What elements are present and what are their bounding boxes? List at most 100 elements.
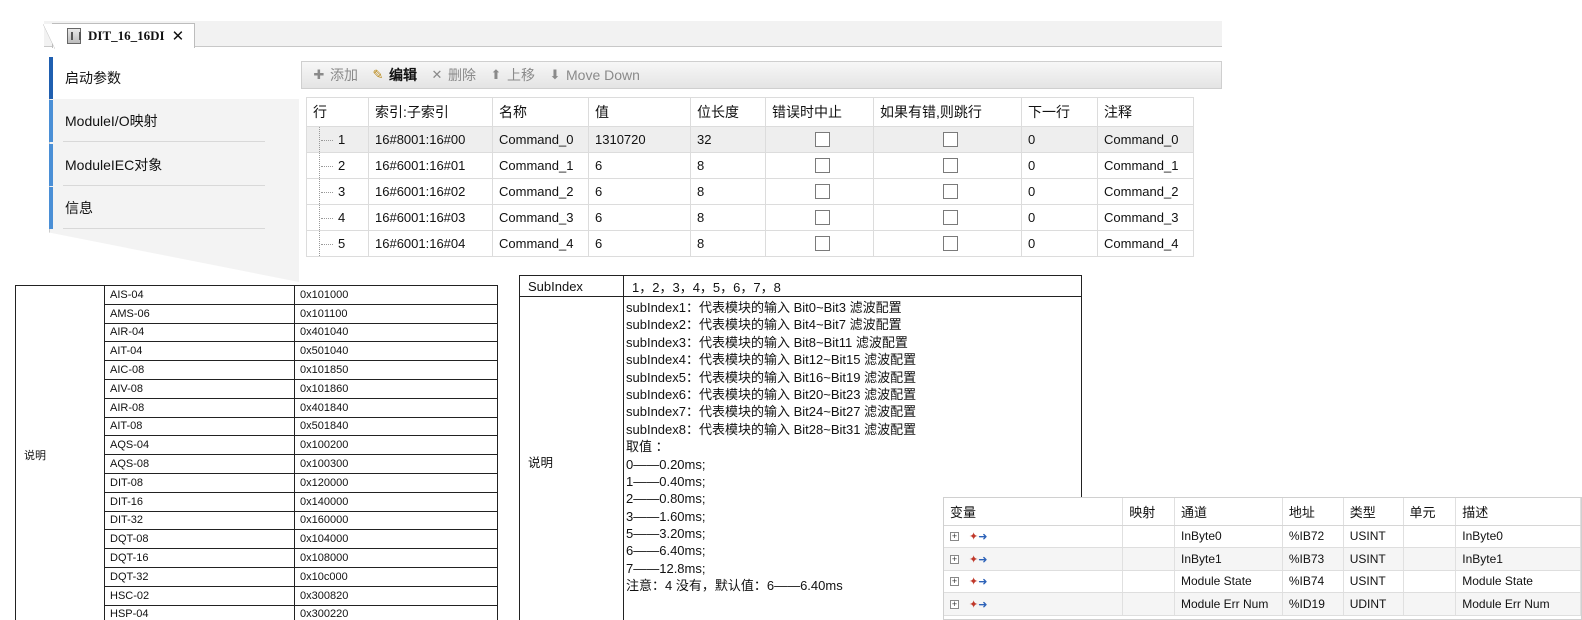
expand-icon[interactable]: + <box>950 577 959 587</box>
module-id-cell: 0x401840 <box>294 397 498 418</box>
column-header-channel[interactable]: 通道 <box>1174 498 1283 526</box>
expand-icon[interactable]: + <box>950 599 959 609</box>
abort-on-error-checkbox[interactable] <box>815 132 830 147</box>
description-line: subIndex6：代表模块的输入 Bit20~Bit23 滤波配置 <box>626 386 917 402</box>
io-mapping-panel: 变量 映射 通道 地址 类型 单元 描述 + ✦➜ InByte0 %IB72 U… <box>943 497 1582 620</box>
module-name-cell: DIT-08 <box>104 472 295 493</box>
delete-icon: ✕ <box>431 67 443 82</box>
column-header-next-line[interactable]: 下一行 <box>1021 97 1098 127</box>
module-name-cell: DQT-16 <box>104 548 295 568</box>
edit-button[interactable]: ✎ 编辑 <box>365 63 422 87</box>
description-line: subIndex5：代表模块的输入 Bit16~Bit19 滤波配置 <box>626 369 917 385</box>
subindex-label: SubIndex <box>519 275 624 297</box>
sidebar-item-module-iec-objects[interactable]: ModuleIEC对象 <box>49 144 299 186</box>
module-id-cell: 0x104000 <box>294 529 498 550</box>
arrow-up-icon: ⬆ <box>490 67 502 82</box>
module-id-cell: 0x300220 <box>294 604 498 620</box>
column-header-row[interactable]: 行 <box>306 97 369 127</box>
description-line: subIndex7：代表模块的输入 Bit24~Bit27 滤波配置 <box>626 404 917 420</box>
module-name-cell: AIC-08 <box>104 360 295 380</box>
input-variable-icon: ✦➜ <box>969 531 988 544</box>
jump-on-error-checkbox[interactable] <box>943 236 958 251</box>
arrow-down-icon: ⬇ <box>549 67 561 82</box>
abort-on-error-checkbox[interactable] <box>815 184 830 199</box>
table-header-row: 行 索引:子索引 名称 值 位长度 错误时中止 如果有错,则跳行 下一行 注释 <box>306 97 1194 127</box>
params-toolbar: ✚ 添加 ✎ 编辑 ✕ 删除 ⬆ 上移 ⬇ Move Down <box>301 61 1222 89</box>
description-line: 取值 ： <box>626 439 669 455</box>
description-label: 说明 <box>15 284 105 620</box>
description-line: subIndex1：代表模块的输入 Bit0~Bit3 滤波配置 <box>626 300 902 315</box>
module-name-cell: DQT-32 <box>104 566 295 587</box>
column-header-mapping[interactable]: 映射 <box>1122 498 1175 526</box>
description-line: subIndex2：代表模块的输入 Bit4~Bit7 滤波配置 <box>626 317 902 333</box>
column-header-comment[interactable]: 注释 <box>1097 97 1194 127</box>
description-line: 1——0.40ms; <box>626 473 706 489</box>
module-name-cell: DIT-16 <box>104 491 295 512</box>
module-id-cell: 0x140000 <box>294 491 498 512</box>
column-header-address[interactable]: 地址 <box>1282 498 1344 526</box>
input-variable-icon: ✦➜ <box>969 553 988 566</box>
input-variable-icon: ✦➜ <box>969 576 988 589</box>
column-header-jump-on-error[interactable]: 如果有错,则跳行 <box>873 97 1022 127</box>
table-row[interactable]: 1 16#8001:16#00 Command_0 1310720 32 0 C… <box>306 126 1194 153</box>
table-row[interactable]: 3 16#6001:16#02 Command_2 6 8 0 Command_… <box>306 178 1194 205</box>
sidebar-item-label: 启动参数 <box>65 70 121 86</box>
column-header-variable[interactable]: 变量 <box>944 498 1124 526</box>
abort-on-error-checkbox[interactable] <box>815 158 830 173</box>
jump-on-error-checkbox[interactable] <box>943 210 958 225</box>
column-header-bitlength[interactable]: 位长度 <box>690 97 766 127</box>
tab-dit-16-16di[interactable]: DIT_16_16DI ✕ <box>42 23 196 49</box>
jump-on-error-checkbox[interactable] <box>943 158 958 173</box>
description-line: 0——0.20ms; <box>626 456 706 472</box>
module-id-cell: 0x10c000 <box>294 566 498 587</box>
module-name-cell: AMS-06 <box>104 303 295 324</box>
module-id-cell: 0x120000 <box>294 472 498 493</box>
column-header-name[interactable]: 名称 <box>492 97 589 127</box>
module-name-cell: DIT-32 <box>104 510 295 531</box>
module-id-cell: 0x100200 <box>294 435 498 456</box>
sidebar-item-info[interactable]: 信息 <box>49 187 299 229</box>
move-up-button[interactable]: ⬆ 上移 <box>483 63 540 87</box>
table-row: SubIndex 1，2，3，4，5，6，7，8 <box>519 275 1082 297</box>
table-header-row: 变量 映射 通道 地址 类型 单元 描述 <box>944 498 1581 526</box>
module-id-cell: 0x501040 <box>294 341 498 362</box>
module-name-cell: AQS-04 <box>104 435 295 456</box>
abort-on-error-checkbox[interactable] <box>815 210 830 225</box>
table-row[interactable]: 2 16#6001:16#01 Command_1 6 8 0 Command_… <box>306 152 1194 179</box>
move-down-button[interactable]: ⬇ Move Down <box>542 63 645 87</box>
sidebar-item-startup-params[interactable]: 启动参数 <box>49 57 299 99</box>
input-variable-icon: ✦➜ <box>969 598 988 611</box>
sidebar-item-module-io-mapping[interactable]: ModuleI/O映射 <box>49 100 299 142</box>
module-name-cell: AIS-04 <box>104 285 295 305</box>
table-row[interactable]: + ✦➜ InByte1 %IB73 USINT InByte1 <box>944 547 1581 571</box>
close-icon[interactable]: ✕ <box>172 27 185 45</box>
table-row[interactable]: + ✦➜ InByte0 %IB72 USINT InByte0 <box>944 525 1581 548</box>
module-id-cell: 0x300820 <box>294 585 498 606</box>
table-row[interactable]: 4 16#6001:16#03 Command_3 6 8 0 Command_… <box>306 204 1194 231</box>
table-row: 说明 AIS-04 0x101000 <box>15 284 498 620</box>
abort-on-error-checkbox[interactable] <box>815 236 830 251</box>
column-header-index[interactable]: 索引:子索引 <box>368 97 493 127</box>
column-header-abort-on-error[interactable]: 错误时中止 <box>765 97 874 127</box>
column-header-value[interactable]: 值 <box>588 97 691 127</box>
table-row[interactable]: + ✦➜ Module State %IB74 USINT Module Stat… <box>944 570 1581 593</box>
jump-on-error-checkbox[interactable] <box>943 132 958 147</box>
delete-button[interactable]: ✕ 删除 <box>424 63 481 87</box>
module-name-cell: AIV-08 <box>104 378 295 399</box>
table-row[interactable]: + ✦➜ Module Err Num %ID19 UDINT Module Er… <box>944 592 1581 616</box>
module-name-cell: HSC-02 <box>104 585 295 606</box>
plus-icon: ✚ <box>313 67 325 82</box>
column-header-description[interactable]: 描述 <box>1455 498 1581 526</box>
module-id-cell: 0x501840 <box>294 416 498 437</box>
module-id-cell: 0x160000 <box>294 510 498 531</box>
device-icon <box>67 28 81 44</box>
add-button[interactable]: ✚ 添加 <box>306 63 363 87</box>
expand-icon[interactable]: + <box>950 554 959 564</box>
io-mapping-table: 变量 映射 通道 地址 类型 单元 描述 + ✦➜ InByte0 %IB72 U… <box>944 498 1581 616</box>
table-row[interactable]: 5 16#6001:16#04 Command_4 6 8 0 Command_… <box>306 230 1194 257</box>
jump-on-error-checkbox[interactable] <box>943 184 958 199</box>
column-header-type[interactable]: 类型 <box>1343 498 1404 526</box>
column-header-unit[interactable]: 单元 <box>1403 498 1457 526</box>
module-id-cell: 0x100300 <box>294 454 498 474</box>
expand-icon[interactable]: + <box>950 532 959 542</box>
